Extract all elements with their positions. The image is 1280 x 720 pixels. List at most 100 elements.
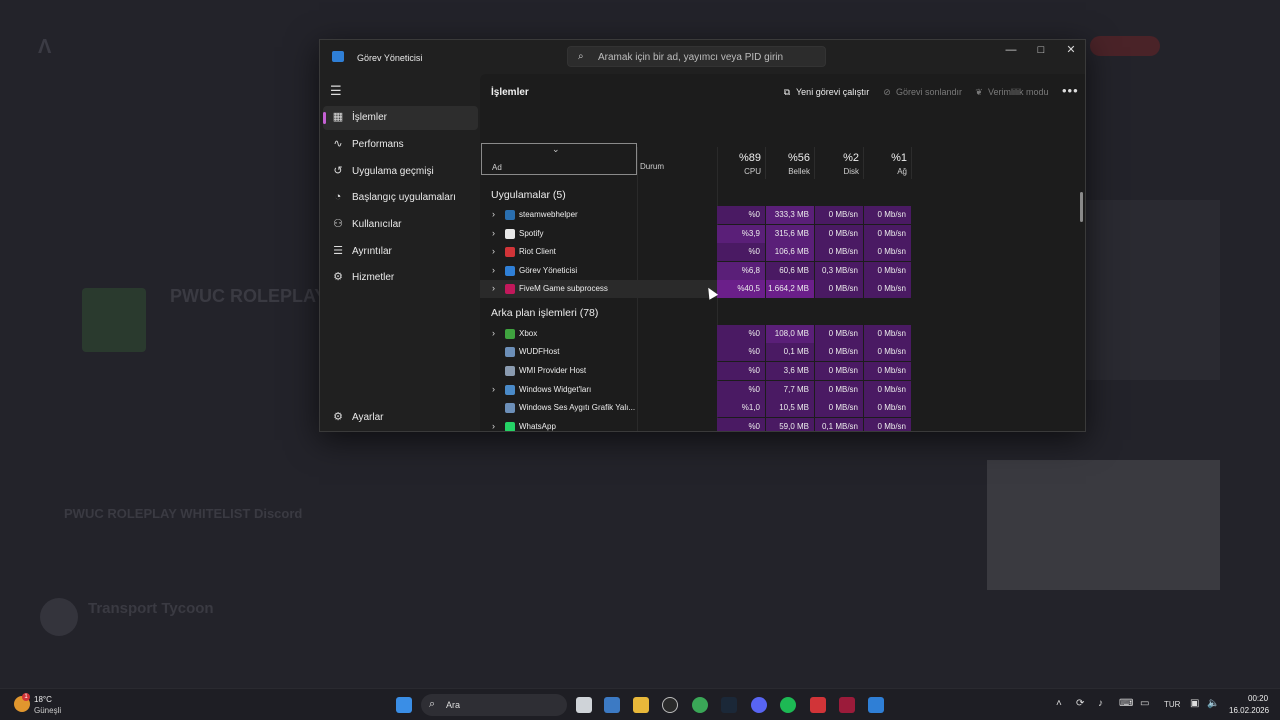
column-header-network[interactable]: %1 Ağ	[864, 147, 912, 179]
spotify-icon[interactable]	[780, 697, 796, 713]
column-header-status[interactable]: Durum	[640, 162, 664, 171]
column-header-name[interactable]: ⌄ Ad	[481, 143, 637, 175]
chevron-right-icon[interactable]: ›	[492, 265, 495, 275]
clock-time[interactable]: 00:20	[1248, 694, 1268, 703]
table-row[interactable]: › WhatsApp %0 59,0 MB 0,1 MB/sn 0 Mb/sn	[480, 418, 912, 431]
chevron-right-icon[interactable]: ›	[492, 384, 495, 394]
close-button[interactable]: ✕	[1056, 42, 1085, 58]
volume-icon[interactable]: 🔈	[1207, 698, 1219, 709]
new-task-icon: ⧉	[783, 87, 791, 97]
column-header-disk[interactable]: %2 Disk	[815, 147, 864, 179]
sidebar-item-0[interactable]: ▦ İşlemler	[323, 106, 478, 130]
chevron-up-icon[interactable]: ˄	[1056, 698, 1062, 709]
minimize-button[interactable]: —	[996, 42, 1026, 58]
group-header-background[interactable]: Arka plan işlemleri (78)	[491, 307, 598, 319]
chevron-right-icon[interactable]: ›	[492, 228, 495, 238]
task-view-icon[interactable]	[576, 697, 592, 713]
sidebar-item-label: İşlemler	[352, 112, 388, 123]
microphone-icon[interactable]: ♪	[1098, 698, 1103, 709]
task-manager-taskbar-icon[interactable]	[868, 697, 884, 713]
users-icon: ⚇	[333, 218, 343, 230]
cell-cpu: %0	[717, 362, 766, 380]
opera-gx-icon[interactable]	[662, 697, 678, 713]
sidebar-item-settings[interactable]: ⚙ Ayarlar	[323, 406, 478, 430]
taskbar-search[interactable]: ⌕ Ara	[421, 694, 567, 716]
cell-cpu: %0	[717, 418, 766, 431]
scrollbar-thumb[interactable]	[1080, 192, 1083, 222]
process-name: Riot Client	[519, 247, 556, 256]
windows-start-icon[interactable]	[396, 697, 412, 713]
hamburger-menu-icon[interactable]: ☰	[330, 83, 342, 99]
table-row[interactable]: › Görev Yöneticisi %6,8 60,6 MB 0,3 MB/sn 0 M…	[480, 262, 912, 280]
keyboard-icon[interactable]: ⌨	[1119, 698, 1133, 709]
table-row[interactable]: › Xbox %0 108,0 MB 0 MB/sn 0 Mb/sn	[480, 325, 912, 343]
column-header-cpu[interactable]: %89 CPU	[717, 147, 766, 179]
table-row[interactable]: › Windows Widget'ları %0 7,7 MB 0 MB/sn 0 Mb/…	[480, 381, 912, 399]
file-explorer-icon[interactable]	[633, 697, 649, 713]
chevron-right-icon[interactable]: ›	[492, 283, 495, 293]
display-icon[interactable]: ▭	[1140, 698, 1149, 709]
cell-net: 0 Mb/sn	[864, 362, 912, 380]
discord-icon[interactable]	[751, 697, 767, 713]
chevron-right-icon[interactable]: ›	[492, 246, 495, 256]
sidebar-item-6[interactable]: ⚙ Hizmetler	[323, 266, 478, 290]
sidebar-item-label: Ayarlar	[352, 412, 384, 423]
process-icon	[505, 266, 515, 276]
sync-icon[interactable]: ⟳	[1076, 698, 1084, 709]
sidebar-item-2[interactable]: ↺ Uygulama geçmişi	[323, 160, 478, 184]
chevron-right-icon[interactable]: ›	[492, 421, 495, 431]
cell-net: 0 Mb/sn	[864, 225, 912, 243]
title-bar[interactable]: Görev Yöneticisi ⌕ — □ ✕	[320, 40, 1085, 74]
table-row[interactable]: WUDFHost %0 0,1 MB 0 MB/sn 0 Mb/sn	[480, 343, 912, 361]
performance-icon: ∿	[333, 138, 343, 150]
group-header-apps[interactable]: Uygulamalar (5)	[491, 189, 566, 201]
table-row[interactable]: › Spotify %3,9 315,6 MB 0 MB/sn 0 Mb/sn	[480, 225, 912, 243]
chevron-right-icon[interactable]: ›	[492, 209, 495, 219]
weather-temperature[interactable]: 18°C	[34, 695, 52, 704]
process-icon	[505, 329, 515, 339]
end-task-button[interactable]: ⊘ Görevi sonlandır	[881, 87, 962, 98]
more-options-icon[interactable]: •••	[1062, 83, 1079, 98]
leaf-icon: ❦	[975, 87, 983, 97]
search-input[interactable]	[598, 50, 818, 64]
taskbar: 1 18°C Güneşli ⌕ Ara ˄ ⟳ ♪ ⌨ ▭ TUR ▣ 🔈 0…	[0, 688, 1280, 720]
table-row[interactable]: Windows Ses Aygıtı Grafik Yalı... %1,0 10,…	[480, 399, 912, 417]
sidebar-item-1[interactable]: ∿ Performans	[323, 133, 478, 157]
column-header-memory[interactable]: %56 Bellek	[766, 147, 815, 179]
fivem-icon[interactable]	[839, 697, 855, 713]
efficiency-mode-button[interactable]: ❦ Verimlilik modu	[973, 87, 1048, 98]
weather-badge: 1	[22, 693, 30, 701]
new-task-button[interactable]: ⧉ Yeni görevi çalıştır	[781, 87, 869, 98]
clock-date[interactable]: 16.02.2026	[1229, 706, 1269, 715]
sidebar-item-4[interactable]: ⚇ Kullanıcılar	[323, 213, 478, 237]
sidebar-item-5[interactable]: ☰ Ayrıntılar	[323, 240, 478, 264]
language-indicator[interactable]: TUR	[1164, 700, 1180, 709]
process-icon	[505, 210, 515, 220]
weather-description[interactable]: Güneşli	[34, 706, 61, 715]
process-name: FiveM Game subprocess	[519, 284, 608, 293]
table-row[interactable]: › Riot Client %0 106,6 MB 0 MB/sn 0 Mb/sn	[480, 243, 912, 261]
table-row[interactable]: › steamwebhelper %0 333,3 MB 0 MB/sn 0 Mb/sn	[480, 206, 912, 224]
background-tt-title: Transport Tycoon	[88, 600, 214, 617]
process-name: Görev Yöneticisi	[519, 266, 578, 275]
table-row[interactable]: › FiveM Game subprocess %40,5 1.664,2 MB 0 M…	[480, 280, 912, 298]
search-box[interactable]: ⌕	[567, 46, 826, 67]
cell-disk: 0 MB/sn	[815, 381, 864, 399]
steam-icon[interactable]	[721, 697, 737, 713]
process-icon	[505, 247, 515, 257]
cell-cpu: %1,0	[717, 399, 766, 417]
task-manager-icon	[332, 51, 344, 62]
maximize-button[interactable]: □	[1026, 42, 1056, 58]
chrome-icon[interactable]	[692, 697, 708, 713]
network-icon[interactable]: ▣	[1190, 698, 1199, 709]
sidebar-item-3[interactable]: ◔ Başlangıç uygulamaları	[323, 186, 478, 210]
process-icon	[505, 229, 515, 239]
process-name: steamwebhelper	[519, 210, 578, 219]
chevron-right-icon[interactable]: ›	[492, 328, 495, 338]
table-row[interactable]: WMI Provider Host %0 3,6 MB 0 MB/sn 0 Mb/sn	[480, 362, 912, 380]
background-red-button	[1090, 36, 1160, 56]
sidebar-item-label: Başlangıç uygulamaları	[352, 192, 456, 203]
store-icon[interactable]	[604, 697, 620, 713]
process-name: Xbox	[519, 329, 538, 338]
riot-client-icon[interactable]	[810, 697, 826, 713]
